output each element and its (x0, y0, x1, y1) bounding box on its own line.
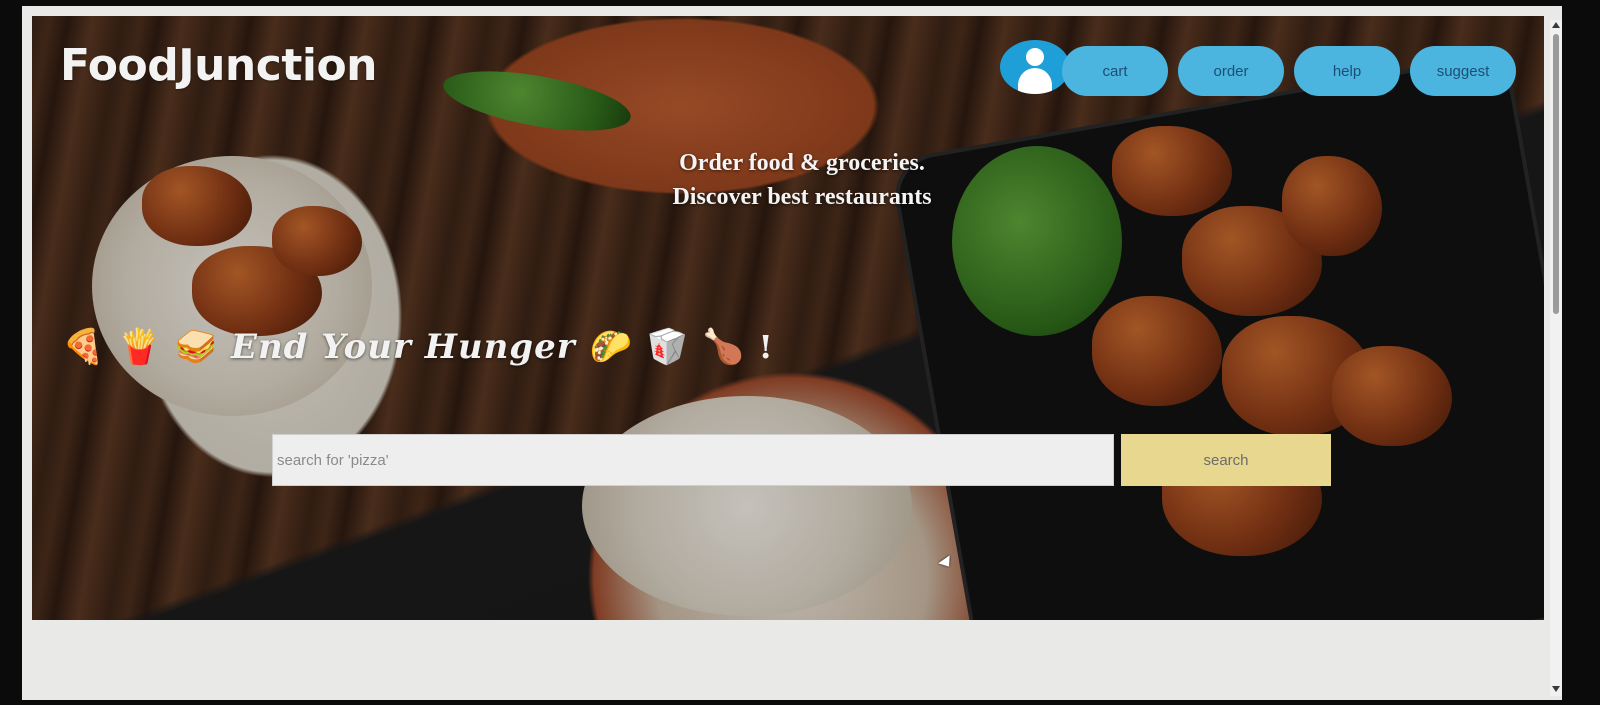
tagline-line-1: Order food & groceries. (679, 150, 925, 176)
search-button[interactable]: search (1121, 434, 1331, 486)
site-logo[interactable]: FoodJunction (60, 40, 378, 91)
user-avatar-button[interactable] (1000, 40, 1070, 94)
order-button[interactable]: order (1178, 46, 1284, 96)
hero-tagline: Order food & groceries. Discover best re… (582, 146, 1022, 214)
hero-banner (32, 16, 1544, 620)
taco-icon: 🌮 (589, 328, 632, 366)
browser-viewport: FoodJunction cart order help suggest Ord… (22, 6, 1562, 700)
fries-icon: 🍟 (118, 328, 161, 366)
pizza-icon: 🍕 (62, 328, 105, 366)
scroll-down-arrow-icon[interactable] (1552, 686, 1560, 692)
takeout-box-icon: 🥡 (645, 328, 689, 366)
search-input[interactable] (272, 434, 1114, 486)
cart-button[interactable]: cart (1062, 46, 1168, 96)
tagline-line-2: Discover best restaurants (672, 184, 932, 210)
hunger-text: End Your Hunger (231, 327, 576, 367)
hunger-heading: 🍕 🍟 🥪 End Your Hunger 🌮 🥡 🍗 ! (62, 324, 773, 370)
suggest-button[interactable]: suggest (1410, 46, 1516, 96)
scrollbar-thumb[interactable] (1553, 34, 1559, 314)
user-icon-head (1026, 48, 1044, 66)
exclamation-mark: ! (758, 328, 773, 366)
sandwich-icon: 🥪 (174, 328, 218, 366)
scroll-up-arrow-icon[interactable] (1552, 22, 1560, 28)
vertical-scrollbar[interactable] (1550, 20, 1562, 696)
chicken-leg-icon: 🍗 (702, 328, 745, 366)
hero-overlay (32, 16, 1544, 620)
help-button[interactable]: help (1294, 46, 1400, 96)
user-icon-body (1018, 68, 1052, 94)
